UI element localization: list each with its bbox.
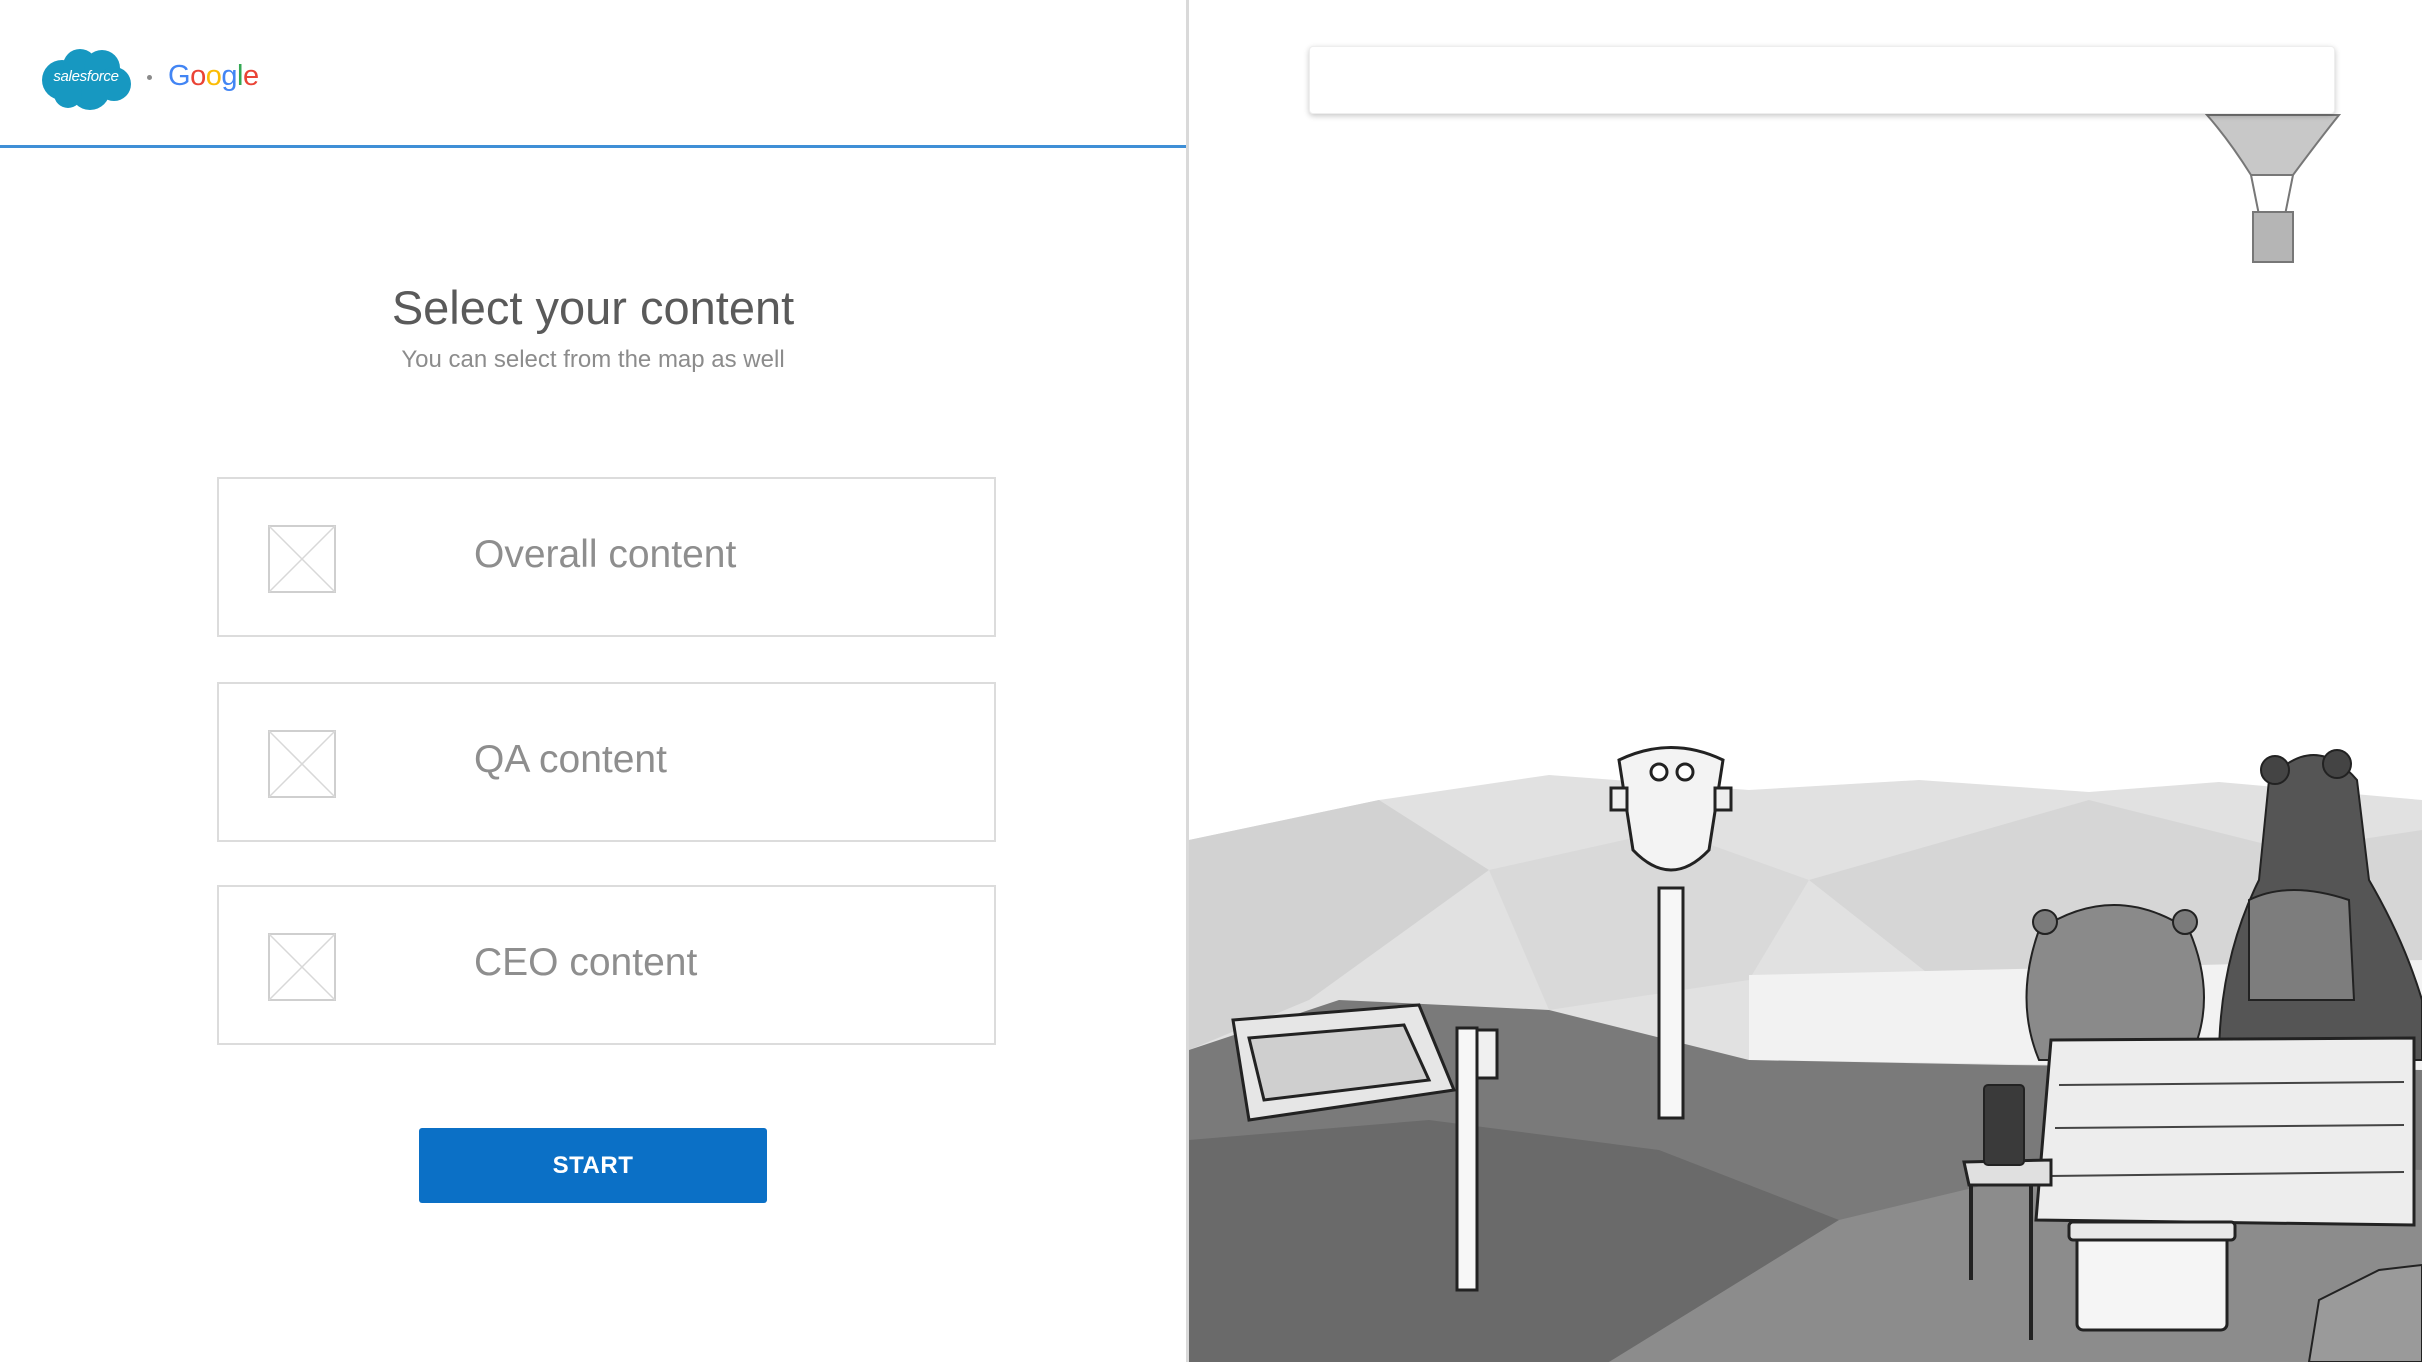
map-search-input[interactable] (1309, 46, 2335, 114)
google-logo-letter: e (242, 60, 259, 92)
header: salesforce Google (0, 0, 1186, 148)
google-logo-letter: o (190, 60, 206, 92)
map-illustration[interactable] (1189, 0, 2422, 1362)
hot-air-balloon (2204, 114, 2342, 263)
option-label: QA content (474, 738, 667, 781)
page-title: Select your content (391, 281, 795, 334)
cooler (2067, 1220, 2237, 1332)
google-logo-letter: g (221, 60, 237, 92)
option-label: Overall content (474, 533, 737, 576)
small-bear-character (2025, 904, 2205, 1061)
image-placeholder-icon (268, 730, 336, 798)
image-placeholder-icon (268, 933, 336, 1001)
salesforce-logo-text: salesforce (53, 68, 119, 85)
start-button[interactable]: START (419, 1128, 767, 1203)
google-logo: Google (168, 60, 259, 93)
logo-separator-dot (147, 75, 152, 80)
page-subtitle: You can select from the map as well (401, 346, 785, 373)
google-logo-letter: G (168, 60, 191, 92)
google-logo-letter: o (205, 60, 222, 92)
salesforce-logo: salesforce (40, 46, 132, 112)
tumbler-cup (1983, 1084, 2025, 1166)
option-card-overall-content[interactable]: Overall content (217, 477, 996, 637)
option-label: CEO content (474, 941, 698, 984)
map-panel[interactable] (1189, 0, 2422, 1362)
option-card-qa-content[interactable]: QA content (217, 682, 996, 842)
content-selection-panel: salesforce Google Select your content Yo… (0, 0, 1186, 1362)
image-placeholder-icon (268, 525, 336, 593)
option-card-ceo-content[interactable]: CEO content (217, 885, 996, 1045)
